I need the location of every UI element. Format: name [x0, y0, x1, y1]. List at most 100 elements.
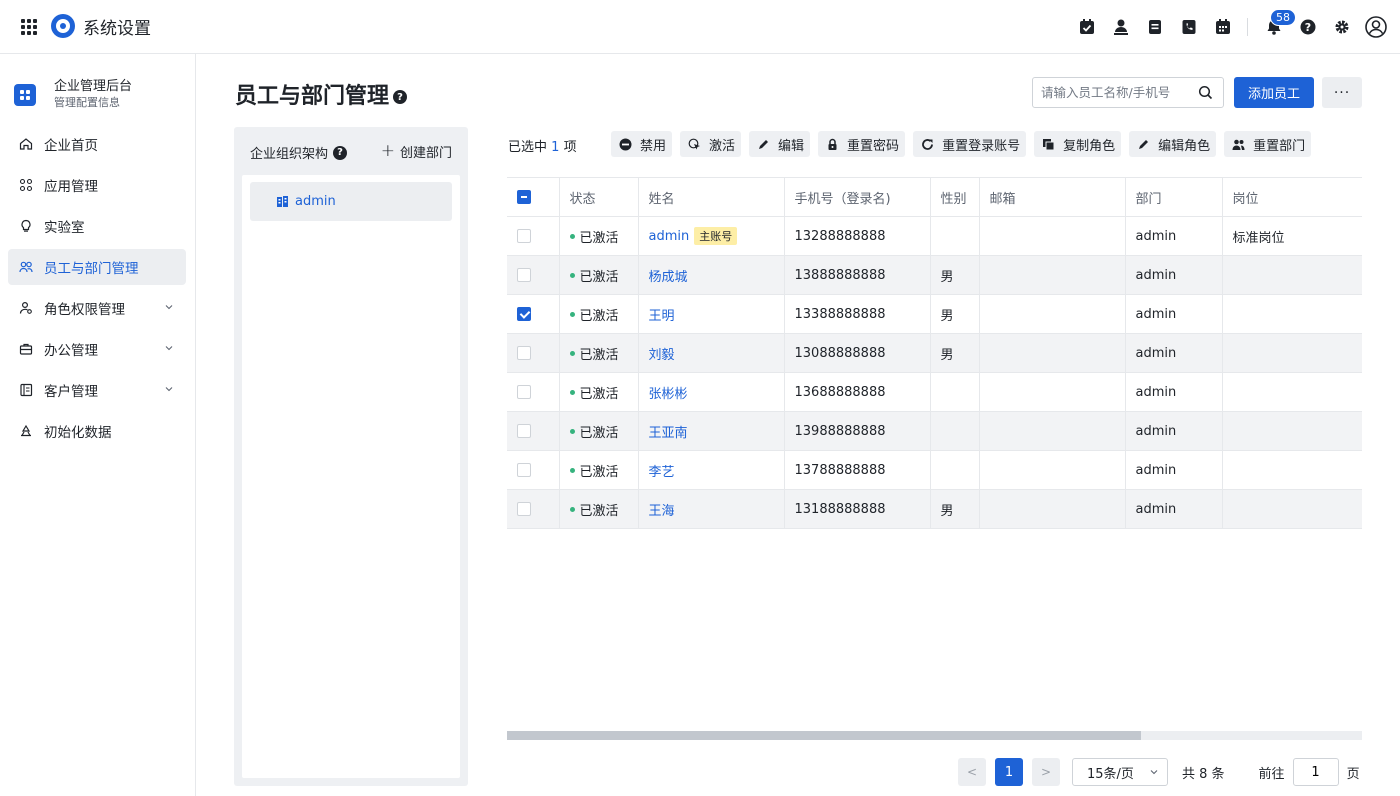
add-employee-button[interactable]: 添加员工	[1234, 77, 1314, 108]
row-select-cell	[507, 294, 560, 334]
scrollbar-thumb[interactable]	[507, 731, 1141, 740]
copy-role-button[interactable]: 复制角色	[1034, 131, 1122, 157]
selection-prefix: 已选中	[508, 140, 548, 155]
home-icon	[18, 136, 34, 152]
row-checkbox[interactable]	[517, 424, 531, 438]
table-row[interactable]: 已激活 王亚南 13988888888 admin	[507, 411, 1362, 451]
sidebar-item-label: 员工与部门管理	[44, 261, 139, 277]
lightbulb-icon	[18, 218, 34, 234]
cursor-click-icon	[688, 138, 701, 149]
page-size-select[interactable]: 15条/页	[1072, 758, 1168, 786]
employee-name-link[interactable]: 王明	[649, 309, 675, 324]
table-row[interactable]: 已激活 王海 13188888888 男 admin	[507, 489, 1362, 529]
prev-page-button[interactable]: <	[958, 758, 986, 786]
phone-cell: 13388888888	[784, 294, 931, 334]
sidebar-item-roles[interactable]: 角色权限管理	[8, 290, 186, 326]
status-cell: 已激活	[559, 294, 639, 334]
sidebar-item-label: 办公管理	[44, 343, 98, 359]
column-header[interactable]: 部门	[1125, 177, 1223, 217]
row-checkbox[interactable]	[517, 346, 531, 360]
post-cell	[1222, 372, 1362, 412]
search-icon[interactable]	[1198, 85, 1213, 100]
sidebar-item-office[interactable]: 办公管理	[8, 331, 186, 367]
phone-cell: 13888888888	[784, 255, 931, 295]
row-checkbox[interactable]	[517, 385, 531, 399]
help-icon[interactable]: ?	[393, 90, 408, 104]
email-cell	[979, 450, 1126, 490]
column-header[interactable]: 岗位	[1222, 177, 1362, 217]
status-dot	[569, 350, 575, 356]
page-number-button[interactable]: 1	[995, 758, 1023, 786]
sidebar-item-init-data[interactable]: 初始化数据	[8, 413, 186, 449]
row-checkbox[interactable]	[517, 268, 531, 282]
phone-cell: 13288888888	[784, 216, 931, 256]
sidebar: 企业管理后台 管理配置信息 企业首页 应用管理 实验室 员工与部门管理 角色权限…	[0, 54, 196, 796]
row-select-cell	[507, 216, 560, 256]
tree-node-root[interactable]: admin	[250, 182, 452, 221]
document-icon[interactable]	[1141, 13, 1169, 41]
goto-page-input[interactable]	[1292, 758, 1339, 786]
name-cell: 张彬彬	[638, 372, 785, 412]
row-checkbox[interactable]	[517, 229, 531, 243]
status-cell: 已激活	[559, 372, 639, 412]
table-row[interactable]: 已激活 张彬彬 13688888888 admin	[507, 372, 1362, 412]
reset-password-button[interactable]: 重置密码	[818, 131, 906, 157]
sidebar-item-staff-dept[interactable]: 员工与部门管理	[8, 249, 186, 285]
table-row[interactable]: 已激活 杨成城 13888888888 男 admin	[507, 255, 1362, 295]
reset-department-button[interactable]: 重置部门	[1224, 131, 1312, 157]
employee-name-link[interactable]: 杨成城	[649, 270, 688, 285]
status-text: 已激活	[579, 464, 619, 480]
schedule-icon[interactable]	[1209, 13, 1237, 41]
user-avatar-icon[interactable]	[1362, 13, 1390, 41]
employee-name-link[interactable]: admin	[649, 229, 690, 244]
next-page-button[interactable]: >	[1032, 758, 1060, 786]
table-row[interactable]: 已激活 李艺 13788888888 admin	[507, 450, 1362, 490]
enterprise-logo-icon	[14, 84, 36, 106]
horizontal-scrollbar[interactable]	[507, 731, 1362, 740]
table-row[interactable]: 已激活 刘毅 13088888888 男 admin	[507, 333, 1362, 373]
phone-cell: 13788888888	[784, 450, 931, 490]
reset-login-account-button[interactable]: 重置登录账号	[913, 131, 1027, 157]
sidebar-item-home[interactable]: 企业首页	[8, 126, 186, 162]
table-row[interactable]: 已激活 王明 13388888888 男 admin	[507, 294, 1362, 334]
calendar-check-icon[interactable]	[1073, 13, 1101, 41]
column-header[interactable]: 状态	[559, 177, 639, 217]
row-checkbox[interactable]	[517, 307, 531, 321]
column-header[interactable]: 手机号（登录名)	[784, 177, 931, 217]
activate-button[interactable]: 激活	[680, 131, 742, 157]
sidebar-item-label: 初始化数据	[44, 425, 112, 441]
app-grid-icon[interactable]	[18, 16, 38, 36]
select-all-checkbox[interactable]	[517, 190, 531, 204]
column-header[interactable]: 邮箱	[979, 177, 1126, 217]
edit-role-button[interactable]: 编辑角色	[1129, 131, 1217, 157]
create-department-button[interactable]: + 创建部门	[381, 141, 452, 161]
sidebar-item-customers[interactable]: 客户管理	[8, 372, 186, 408]
employee-name-link[interactable]: 张彬彬	[649, 387, 688, 402]
help-icon[interactable]: ?	[333, 145, 348, 160]
row-checkbox[interactable]	[517, 463, 531, 477]
table-row[interactable]: 已激活 admin 主账号 13288888888 admin 标准岗位	[507, 216, 1362, 256]
email-cell	[979, 372, 1126, 412]
employee-name-link[interactable]: 王海	[649, 504, 675, 519]
disable-button[interactable]: 禁用	[611, 131, 673, 157]
person-icon[interactable]	[1107, 13, 1135, 41]
gear-icon[interactable]	[1328, 13, 1356, 41]
more-button[interactable]: ···	[1322, 77, 1362, 108]
search-input[interactable]	[1041, 85, 1191, 100]
employee-name-link[interactable]: 刘毅	[649, 348, 675, 363]
sidebar-item-lab[interactable]: 实验室	[8, 208, 186, 244]
pagination: < 1 > 15条/页 共 8 条 前往 页	[958, 758, 1360, 786]
edit-button[interactable]: 编辑	[749, 131, 811, 157]
column-header[interactable]: 性别	[930, 177, 980, 217]
row-checkbox[interactable]	[517, 502, 531, 516]
search-box	[1032, 77, 1224, 108]
org-panel-header: 企业组织架构 ?	[250, 143, 348, 162]
phone-book-icon[interactable]	[1175, 13, 1203, 41]
bell-icon[interactable]: 58	[1260, 9, 1296, 41]
employee-name-link[interactable]: 王亚南	[649, 426, 688, 441]
help-icon[interactable]: ?	[1294, 13, 1322, 41]
employee-name-link[interactable]: 李艺	[649, 465, 675, 480]
sidebar-item-apps[interactable]: 应用管理	[8, 167, 186, 203]
column-header[interactable]: 姓名	[638, 177, 785, 217]
enterprise-switcher[interactable]: 企业管理后台 管理配置信息	[14, 78, 132, 110]
